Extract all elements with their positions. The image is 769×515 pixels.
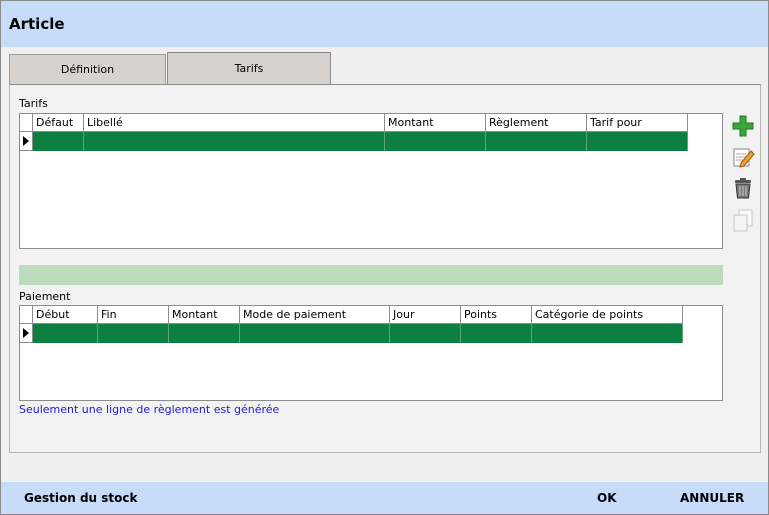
table-cell[interactable] — [532, 324, 683, 343]
paiement-grid[interactable]: Début Fin Montant Mode de paiement Jour … — [19, 305, 723, 401]
column-header-montant[interactable]: Montant — [169, 306, 240, 324]
edit-icon[interactable] — [731, 145, 755, 169]
cancel-button[interactable]: ANNULER — [680, 491, 744, 505]
table-cell[interactable] — [461, 324, 532, 343]
tarifs-grid-header: Défaut Libellé Montant Règlement Tarif p… — [20, 114, 688, 132]
column-header-points[interactable]: Points — [461, 306, 532, 324]
footer-bar: Gestion du stock OK ANNULER — [1, 482, 768, 514]
column-header-mode-de-paiement[interactable]: Mode de paiement — [240, 306, 390, 324]
column-header-reglement[interactable]: Règlement — [486, 114, 587, 132]
row-selector[interactable] — [20, 132, 33, 151]
article-window: Article Définition Tarifs Tarifs Défaut … — [0, 0, 769, 515]
table-cell[interactable] — [84, 132, 385, 151]
tarifs-section-label: Tarifs — [19, 97, 48, 110]
table-cell[interactable] — [33, 132, 84, 151]
column-header-categorie-de-points[interactable]: Catégorie de points — [532, 306, 683, 324]
table-cell[interactable] — [240, 324, 390, 343]
copy-icon[interactable] — [731, 208, 755, 232]
stock-management-button[interactable]: Gestion du stock — [24, 491, 137, 505]
table-row[interactable] — [20, 132, 688, 151]
column-header-jour[interactable]: Jour — [390, 306, 461, 324]
table-cell[interactable] — [587, 132, 688, 151]
table-row[interactable] — [20, 324, 683, 343]
column-header-tarif-pour[interactable]: Tarif pour — [587, 114, 688, 132]
table-cell[interactable] — [486, 132, 587, 151]
table-cell[interactable] — [33, 324, 98, 343]
row-selector-header — [20, 114, 33, 132]
current-row-arrow-icon — [23, 136, 29, 146]
row-selector-header — [20, 306, 33, 324]
window-title: Article — [9, 15, 65, 33]
current-row-arrow-icon — [23, 328, 29, 338]
table-cell[interactable] — [169, 324, 240, 343]
table-cell[interactable] — [390, 324, 461, 343]
column-header-debut[interactable]: Début — [33, 306, 98, 324]
trash-icon[interactable] — [731, 176, 755, 200]
section-separator — [19, 265, 723, 285]
paiement-grid-header: Début Fin Montant Mode de paiement Jour … — [20, 306, 683, 324]
column-header-libelle[interactable]: Libellé — [84, 114, 385, 132]
tab-tarifs-label: Tarifs — [234, 62, 264, 75]
column-header-defaut[interactable]: Défaut — [33, 114, 84, 132]
plus-icon[interactable] — [731, 114, 755, 138]
tab-definition[interactable]: Définition — [9, 54, 166, 84]
paiement-section-label: Paiement — [19, 290, 71, 303]
tab-definition-label: Définition — [60, 63, 115, 76]
tarifs-grid[interactable]: Défaut Libellé Montant Règlement Tarif p… — [19, 113, 723, 249]
column-header-fin[interactable]: Fin — [98, 306, 169, 324]
column-header-montant[interactable]: Montant — [385, 114, 486, 132]
reglement-note: Seulement une ligne de règlement est gén… — [19, 403, 280, 416]
table-cell[interactable] — [385, 132, 486, 151]
row-selector[interactable] — [20, 324, 33, 343]
title-bar: Article — [1, 1, 768, 47]
table-cell[interactable] — [98, 324, 169, 343]
ok-button[interactable]: OK — [597, 491, 617, 505]
tab-tarifs[interactable]: Tarifs — [167, 52, 331, 84]
